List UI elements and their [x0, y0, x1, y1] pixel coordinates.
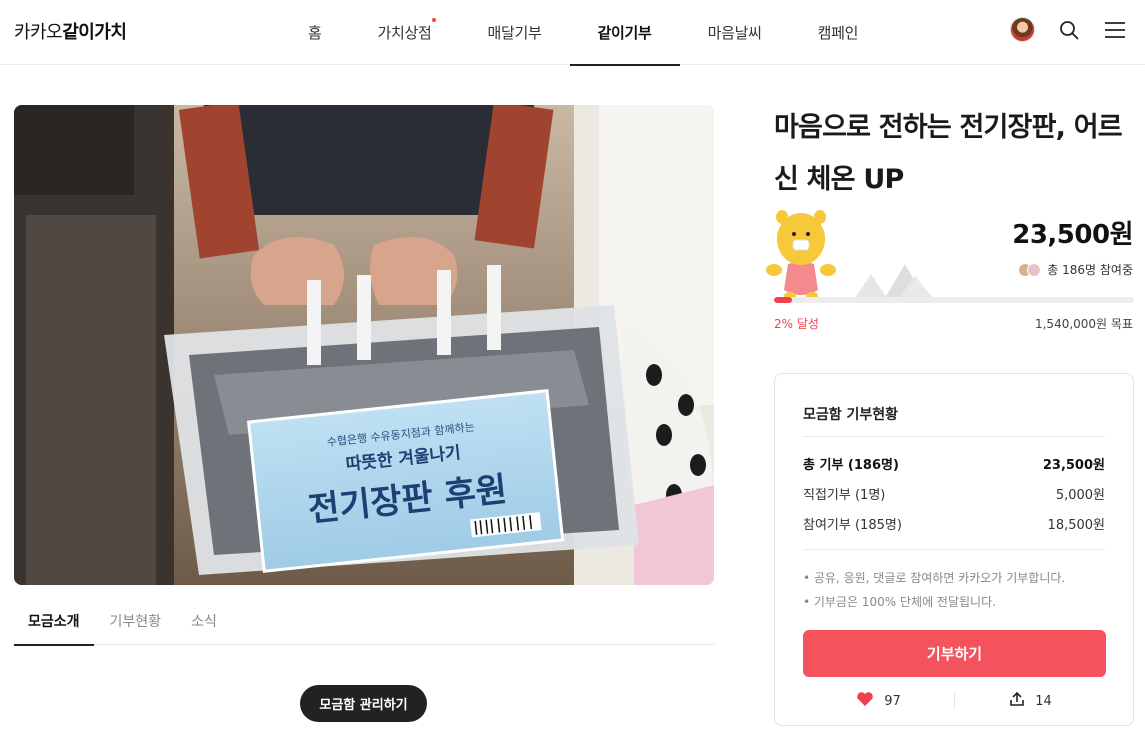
card-title: 모금함 기부현황 — [803, 407, 899, 423]
row-value: 18,500원 — [1047, 518, 1105, 533]
divider — [803, 549, 1105, 550]
mascot-character — [766, 204, 836, 302]
nav-home-label: 홈 — [308, 24, 322, 42]
nav-campaign-label: 캠페인 — [817, 24, 859, 42]
user-avatar[interactable] — [1010, 17, 1035, 42]
tab-introduction-label: 모금소개 — [28, 614, 80, 630]
info-note: • 공유, 응원, 댓글로 참여하면 카카오가 기부합니다. — [803, 571, 1066, 585]
nav-together-donation[interactable]: 같이기부 — [569, 0, 680, 66]
logo-prefix: 카카오 — [14, 22, 63, 43]
participant-count-text: 총 186명 참여중 — [1047, 263, 1133, 277]
divider — [803, 436, 1105, 437]
campaign-title: 마음으로 전하는 전기장판, 어르신 체온 UP — [774, 112, 1123, 195]
direct-donation-row: 직접기부 (1명) 5,000원 — [803, 484, 1105, 503]
content-tabs: 모금소개 기부현황 소식 — [14, 597, 714, 646]
total-donation-row: 총 기부 (186명) 23,500원 — [803, 454, 1105, 473]
site-header: 카카오같이가치 홈 가치상점 매달기부 같이기부 마음날씨 캠페인 — [0, 0, 1145, 66]
nav-value-store-label: 가치상점 — [377, 24, 432, 42]
achieved-percent: 2% 달성 — [774, 317, 819, 331]
tab-donation-status[interactable]: 기부현황 — [96, 597, 176, 645]
menu-icon[interactable] — [1103, 18, 1127, 42]
nav-mind-weather-label: 마음날씨 — [707, 24, 762, 42]
tab-introduction[interactable]: 모금소개 — [14, 597, 94, 646]
goal-amount: 1,540,000원 목표 — [1034, 317, 1133, 331]
heart-icon — [856, 691, 874, 711]
card-actions: 97 14 — [803, 690, 1106, 712]
donation-status-card: 모금함 기부현황 총 기부 (186명) 23,500원 직접기부 (1명) 5… — [774, 373, 1134, 726]
logo-main: 같이가치 — [62, 22, 127, 43]
share-count: 14 — [1035, 693, 1052, 709]
participation-donation-row: 참여기부 (185명) 18,500원 — [803, 514, 1105, 533]
row-value: 23,500원 — [1042, 458, 1105, 473]
participant-avatars — [1018, 262, 1042, 277]
main-nav: 홈 가치상점 매달기부 같이기부 마음날씨 캠페인 — [280, 0, 887, 66]
row-label: 총 기부 (186명) — [803, 458, 899, 473]
header-actions — [1010, 17, 1127, 42]
like-count: 97 — [884, 693, 901, 709]
donate-button[interactable]: 기부하기 — [803, 630, 1106, 677]
progress-bar-fill — [774, 297, 792, 303]
search-icon[interactable] — [1057, 18, 1081, 42]
row-label: 참여기부 (185명) — [803, 518, 902, 533]
participant-avatar — [1027, 262, 1042, 277]
new-dot-badge — [431, 18, 436, 22]
manage-fundraiser-button[interactable]: 모금함 관리하기 — [300, 685, 427, 722]
raised-amount: 23,500원 — [1012, 220, 1133, 250]
progress-bar — [774, 297, 1134, 303]
participant-count: 총 186명 참여중 — [1018, 261, 1133, 278]
row-label: 직접기부 (1명) — [803, 488, 886, 503]
tab-news-label: 소식 — [191, 614, 217, 630]
nav-mind-weather[interactable]: 마음날씨 — [680, 0, 790, 65]
tab-donation-status-label: 기부현황 — [109, 614, 162, 630]
row-value: 5,000원 — [1055, 488, 1105, 503]
share-button[interactable]: 14 — [955, 691, 1106, 711]
site-logo[interactable]: 카카오같이가치 — [14, 18, 127, 44]
like-button[interactable]: 97 — [803, 691, 954, 711]
campaign-hero-image: 수협은행 수유동지점과 함께하는 따뜻한 겨울나기 전기장판 후원 — [14, 105, 714, 585]
share-icon — [1009, 691, 1025, 711]
nav-home[interactable]: 홈 — [280, 0, 350, 65]
nav-campaign[interactable]: 캠페인 — [790, 0, 887, 65]
nav-value-store[interactable]: 가치상점 — [350, 0, 460, 65]
info-note: • 기부금은 100% 단체에 전달됩니다. — [803, 595, 996, 609]
nav-monthly-donation-label: 매달기부 — [487, 24, 542, 42]
mountain-graphic — [855, 262, 935, 302]
nav-monthly-donation[interactable]: 매달기부 — [460, 0, 570, 65]
nav-together-donation-label: 같이기부 — [597, 24, 652, 42]
tab-news[interactable]: 소식 — [177, 597, 231, 645]
